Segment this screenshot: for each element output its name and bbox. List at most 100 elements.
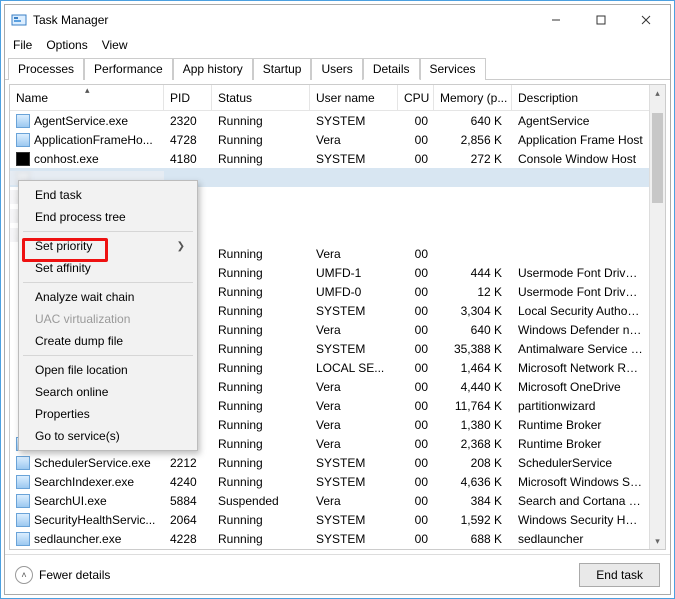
cell-user: Vera bbox=[310, 133, 398, 147]
cell-cpu: 00 bbox=[398, 399, 434, 413]
context-menu-end-task[interactable]: End task bbox=[21, 184, 195, 206]
cell-mem: 11,764 K bbox=[434, 399, 512, 413]
table-row[interactable]: conhost.exe4180RunningSYSTEM00272 KConso… bbox=[10, 149, 649, 168]
tab-users[interactable]: Users bbox=[311, 58, 362, 80]
cell-desc: SchedulerService bbox=[512, 456, 649, 470]
process-name: SearchIndexer.exe bbox=[34, 475, 134, 489]
context-menu-properties[interactable]: Properties bbox=[21, 403, 195, 425]
end-task-button[interactable]: End task bbox=[579, 563, 660, 587]
process-name: sedlauncher.exe bbox=[34, 532, 121, 546]
titlebar: Task Manager bbox=[5, 5, 670, 35]
context-menu-open-file-location[interactable]: Open file location bbox=[21, 359, 195, 381]
context-menu-search-online[interactable]: Search online bbox=[21, 381, 195, 403]
cell-user: Vera bbox=[310, 494, 398, 508]
tab-details[interactable]: Details bbox=[363, 58, 420, 80]
menu-view[interactable]: View bbox=[102, 38, 128, 52]
tab-services[interactable]: Services bbox=[420, 58, 486, 80]
cell-mem: 640 K bbox=[434, 323, 512, 337]
cell-pid: 4240 bbox=[164, 475, 212, 489]
chevron-right-icon: ❯ bbox=[177, 241, 185, 252]
cell-desc: Microsoft OneDrive bbox=[512, 380, 649, 394]
cell-user: SYSTEM bbox=[310, 532, 398, 546]
cell-user: SYSTEM bbox=[310, 304, 398, 318]
close-button[interactable] bbox=[623, 6, 668, 34]
vertical-scrollbar[interactable]: ▴ ▾ bbox=[649, 85, 665, 549]
cell-cpu: 00 bbox=[398, 152, 434, 166]
process-icon bbox=[16, 475, 30, 489]
context-menu-set-affinity[interactable]: Set affinity bbox=[21, 257, 195, 279]
tab-startup[interactable]: Startup bbox=[253, 58, 312, 80]
fewer-details-toggle[interactable]: ˄ Fewer details bbox=[15, 566, 571, 584]
cell-pid: 5884 bbox=[164, 494, 212, 508]
table-row[interactable]: AgentService.exe2320RunningSYSTEM00640 K… bbox=[10, 111, 649, 130]
cell-status: Running bbox=[212, 323, 310, 337]
table-row[interactable]: sedlauncher.exe4228RunningSYSTEM00688 Ks… bbox=[10, 529, 649, 548]
cell-status: Running bbox=[212, 342, 310, 356]
menubar: File Options View bbox=[5, 35, 670, 55]
cell-status: Running bbox=[212, 133, 310, 147]
col-status[interactable]: Status bbox=[212, 85, 310, 110]
cell-pid: 4728 bbox=[164, 133, 212, 147]
process-name: conhost.exe bbox=[34, 152, 99, 166]
cell-desc: Antimalware Service Exe... bbox=[512, 342, 649, 356]
cell-mem: 1,380 K bbox=[434, 418, 512, 432]
col-cpu[interactable]: CPU bbox=[398, 85, 434, 110]
col-pid[interactable]: PID bbox=[164, 85, 212, 110]
scroll-thumb[interactable] bbox=[652, 113, 663, 203]
tab-performance[interactable]: Performance bbox=[84, 58, 173, 80]
cell-desc: Local Security Authority... bbox=[512, 304, 649, 318]
process-icon bbox=[16, 456, 30, 470]
table-row[interactable]: SearchUI.exe5884SuspendedVera00384 KSear… bbox=[10, 491, 649, 510]
tab-processes[interactable]: Processes bbox=[8, 58, 84, 80]
cell-desc: sedlauncher bbox=[512, 532, 649, 546]
col-desc[interactable]: Description bbox=[512, 85, 665, 110]
cell-status: Running bbox=[212, 475, 310, 489]
menu-options[interactable]: Options bbox=[46, 38, 87, 52]
maximize-button[interactable] bbox=[578, 6, 623, 34]
cell-status: Running bbox=[212, 361, 310, 375]
tab-app-history[interactable]: App history bbox=[173, 58, 253, 80]
process-icon bbox=[16, 532, 30, 546]
scroll-down-icon[interactable]: ▾ bbox=[650, 533, 665, 549]
cell-status: Suspended bbox=[212, 494, 310, 508]
table-row[interactable]: SearchIndexer.exe4240RunningSYSTEM004,63… bbox=[10, 472, 649, 491]
cell-cpu: 00 bbox=[398, 133, 434, 147]
cell-cpu: 00 bbox=[398, 285, 434, 299]
table-row[interactable]: SchedulerService.exe2212RunningSYSTEM002… bbox=[10, 453, 649, 472]
menu-file[interactable]: File bbox=[13, 38, 32, 52]
sort-indicator-icon: ▴ bbox=[85, 85, 90, 96]
cell-desc: Runtime Broker bbox=[512, 437, 649, 451]
context-menu-end-process-tree[interactable]: End process tree bbox=[21, 206, 195, 228]
process-icon bbox=[16, 114, 30, 128]
cell-status: Running bbox=[212, 304, 310, 318]
col-mem[interactable]: Memory (p... bbox=[434, 85, 512, 110]
cell-desc: partitionwizard bbox=[512, 399, 649, 413]
cell-mem: 35,388 K bbox=[434, 342, 512, 356]
cell-status: Running bbox=[212, 513, 310, 527]
cell-cpu: 00 bbox=[398, 513, 434, 527]
minimize-button[interactable] bbox=[533, 6, 578, 34]
cell-pid: 2320 bbox=[164, 114, 212, 128]
cell-cpu: 00 bbox=[398, 494, 434, 508]
cell-pid: 2064 bbox=[164, 513, 212, 527]
cell-cpu: 00 bbox=[398, 114, 434, 128]
process-name: AgentService.exe bbox=[34, 114, 128, 128]
context-menu-go-to-service-s-[interactable]: Go to service(s) bbox=[21, 425, 195, 447]
table-row[interactable]: SecurityHealthServic...2064RunningSYSTEM… bbox=[10, 510, 649, 529]
col-user[interactable]: User name bbox=[310, 85, 398, 110]
cell-pid: 4180 bbox=[164, 152, 212, 166]
context-menu-analyze-wait-chain[interactable]: Analyze wait chain bbox=[21, 286, 195, 308]
table-row[interactable]: ApplicationFrameHo...4728RunningVera002,… bbox=[10, 130, 649, 149]
cell-cpu: 00 bbox=[398, 380, 434, 394]
cell-desc: Search and Cortana app... bbox=[512, 494, 649, 508]
cell-mem: 640 K bbox=[434, 114, 512, 128]
scroll-up-icon[interactable]: ▴ bbox=[650, 85, 665, 101]
context-menu-set-priority[interactable]: Set priority❯ bbox=[21, 235, 195, 257]
cell-status: Running bbox=[212, 247, 310, 261]
cell-user: Vera bbox=[310, 437, 398, 451]
cell-mem: 12 K bbox=[434, 285, 512, 299]
cell-cpu: 00 bbox=[398, 361, 434, 375]
cell-status: Running bbox=[212, 266, 310, 280]
cell-mem: 4,636 K bbox=[434, 475, 512, 489]
context-menu-create-dump-file[interactable]: Create dump file bbox=[21, 330, 195, 352]
